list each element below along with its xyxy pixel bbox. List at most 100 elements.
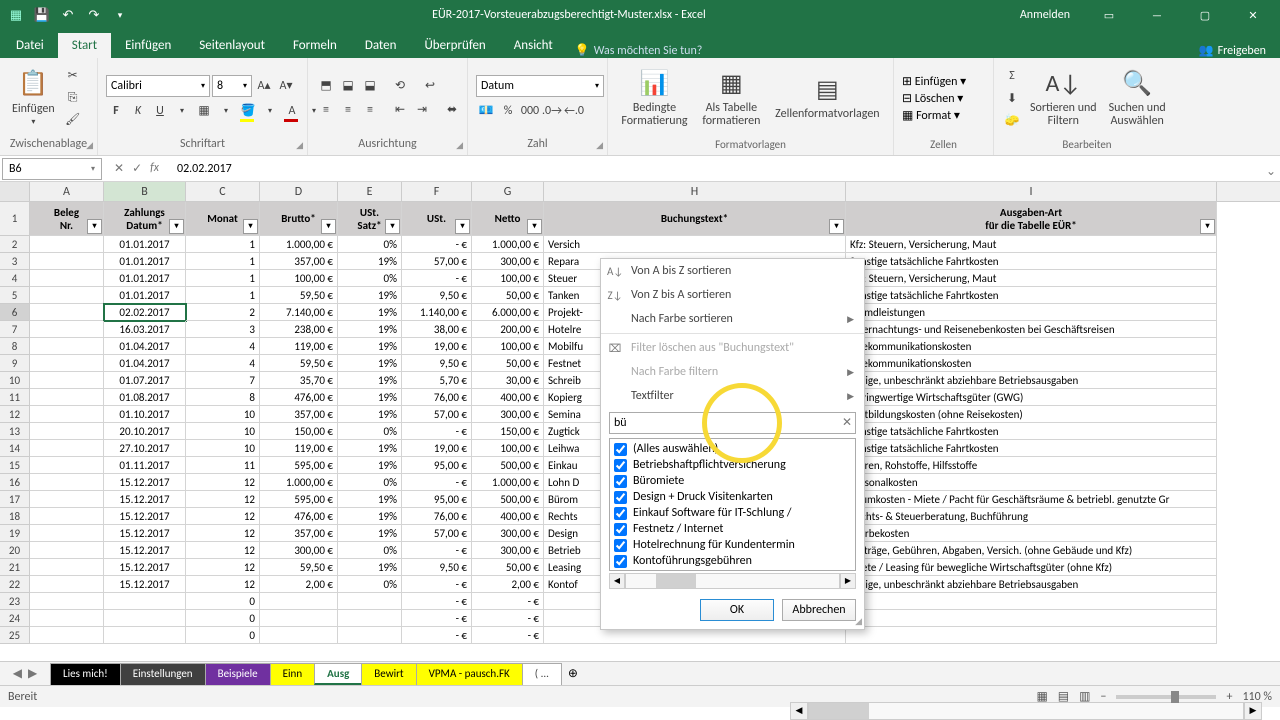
tab-data[interactable]: Daten <box>351 33 411 58</box>
cell-G9[interactable]: 50,00 € <box>472 355 544 372</box>
cell-I8[interactable]: Telekommunikationskosten <box>846 338 1217 355</box>
inc-decimal-icon[interactable]: .0→ <box>542 101 562 121</box>
cell-E21[interactable]: 19% <box>338 559 402 576</box>
tree-scroll-thumb[interactable] <box>656 574 696 588</box>
row-header-5[interactable]: 5 <box>0 287 30 304</box>
autosum-icon[interactable]: Σ <box>1002 66 1022 86</box>
orientation-icon[interactable]: ⟲ <box>390 76 410 96</box>
font-color-icon[interactable]: A <box>282 101 302 121</box>
indent-dec-icon[interactable]: ⇤ <box>390 100 410 120</box>
cell-G20[interactable]: 300,00 € <box>472 542 544 559</box>
filter-btn-H[interactable]: ▾ <box>829 219 844 234</box>
sheet-tab[interactable]: Beispiele <box>205 663 271 685</box>
cell-D3[interactable]: 357,00 € <box>260 253 338 270</box>
cell-I6[interactable]: Fremdleistungen <box>846 304 1217 321</box>
tree-scroll-left-icon[interactable]: ◀ <box>609 573 625 589</box>
cell-E3[interactable]: 19% <box>338 253 402 270</box>
cell-B17[interactable]: 15.12.2017 <box>104 491 186 508</box>
cell-E7[interactable]: 19% <box>338 321 402 338</box>
cell-C19[interactable]: 12 <box>186 525 260 542</box>
col-header-F[interactable]: F <box>402 182 472 201</box>
filter-tree-item[interactable]: Hotelrechnung für Kundentermin <box>612 537 853 553</box>
cell-F17[interactable]: 95,00 € <box>402 491 472 508</box>
cell-F12[interactable]: 57,00 € <box>402 406 472 423</box>
cell-E9[interactable]: 19% <box>338 355 402 372</box>
cell-G4[interactable]: 100,00 € <box>472 270 544 287</box>
tree-scroll-right-icon[interactable]: ▶ <box>840 573 856 589</box>
cell-I24[interactable] <box>846 610 1217 627</box>
tab-formulas[interactable]: Formeln <box>279 33 351 58</box>
grow-font-icon[interactable]: A▴ <box>254 76 274 96</box>
cell-D11[interactable]: 476,00 € <box>260 389 338 406</box>
cell-G10[interactable]: 30,00 € <box>472 372 544 389</box>
save-icon[interactable]: 💾 <box>30 3 54 27</box>
cell-B2[interactable]: 01.01.2017 <box>104 236 186 253</box>
cell-A13[interactable] <box>30 423 104 440</box>
paste-button[interactable]: 📋Einfügen▾ <box>8 67 59 129</box>
cell-I11[interactable]: Geringwertige Wirtschaftsgüter (GWG) <box>846 389 1217 406</box>
cell-A24[interactable] <box>30 610 104 627</box>
filter-checkbox[interactable] <box>614 571 627 572</box>
fill-more-icon[interactable]: ▾ <box>260 101 280 121</box>
cell-A5[interactable] <box>30 287 104 304</box>
filter-checkbox[interactable] <box>614 539 627 552</box>
cell-E19[interactable]: 19% <box>338 525 402 542</box>
sort-color[interactable]: Nach Farbe sortieren▶ <box>601 307 864 331</box>
cell-C21[interactable]: 12 <box>186 559 260 576</box>
excel-icon[interactable]: ▦ <box>4 3 28 27</box>
filter-btn-I[interactable]: ▾ <box>1200 219 1215 234</box>
cell-F8[interactable]: 19,00 € <box>402 338 472 355</box>
close-icon[interactable]: ✕ <box>1230 0 1276 30</box>
row-header-1[interactable]: 1 <box>0 202 30 236</box>
cell-F2[interactable]: - € <box>402 236 472 253</box>
clear-icon[interactable]: 🧽 <box>1002 110 1022 130</box>
cell-D16[interactable]: 1.000,00 € <box>260 474 338 491</box>
sheet-tab[interactable]: Ausg <box>314 663 362 685</box>
cell-D9[interactable]: 59,50 € <box>260 355 338 372</box>
cell-B7[interactable]: 16.03.2017 <box>104 321 186 338</box>
cell-D14[interactable]: 119,00 € <box>260 440 338 457</box>
cell-A14[interactable] <box>30 440 104 457</box>
cell-A16[interactable] <box>30 474 104 491</box>
currency-icon[interactable]: 💶 <box>476 101 496 121</box>
minimize-icon[interactable]: — <box>1134 0 1180 30</box>
cell-E12[interactable]: 19% <box>338 406 402 423</box>
new-sheet-icon[interactable]: ⊕ <box>561 666 585 681</box>
cell-F21[interactable]: 9,50 € <box>402 559 472 576</box>
cell-I23[interactable] <box>846 593 1217 610</box>
cell-D6[interactable]: 7.140,00 € <box>260 304 338 321</box>
cell-D8[interactable]: 119,00 € <box>260 338 338 355</box>
filter-tree-item[interactable]: Einkauf Software für IT-Schlung / <box>612 505 853 521</box>
cell-B6[interactable]: 02.02.2017 <box>104 304 186 321</box>
sheet-nav-next-icon[interactable]: ▶ <box>28 666 37 681</box>
sheet-tab[interactable]: VPMA - pausch.FK <box>416 663 523 685</box>
dialog-launcher-icon[interactable]: ◢ <box>86 140 93 151</box>
align-right-icon[interactable]: ≡ <box>360 100 380 120</box>
cell-G14[interactable]: 100,00 € <box>472 440 544 457</box>
filter-checkbox[interactable] <box>614 507 627 520</box>
cell-A22[interactable] <box>30 576 104 593</box>
tab-home[interactable]: Start <box>58 33 111 58</box>
formula-bar[interactable]: 02.02.2017⌄ <box>169 162 1280 176</box>
percent-icon[interactable]: % <box>498 101 518 121</box>
cell-C18[interactable]: 12 <box>186 508 260 525</box>
row-header-7[interactable]: 7 <box>0 321 30 338</box>
fill-icon[interactable]: ⬇ <box>1002 88 1022 108</box>
cell-D22[interactable]: 2,00 € <box>260 576 338 593</box>
cell-F19[interactable]: 57,00 € <box>402 525 472 542</box>
cell-B12[interactable]: 01.10.2017 <box>104 406 186 423</box>
filter-tree-item[interactable]: (Alles auswählen) <box>612 441 853 457</box>
row-header-14[interactable]: 14 <box>0 440 30 457</box>
cell-E15[interactable]: 19% <box>338 457 402 474</box>
cell-A3[interactable] <box>30 253 104 270</box>
filter-search-input[interactable] <box>609 412 856 434</box>
cell-D13[interactable]: 150,00 € <box>260 423 338 440</box>
tab-file[interactable]: Datei <box>2 33 58 58</box>
sheet-tab[interactable]: Lies mich! <box>50 663 121 685</box>
cell-C11[interactable]: 8 <box>186 389 260 406</box>
borders-icon[interactable]: ▦ <box>194 101 214 121</box>
cell-B21[interactable]: 15.12.2017 <box>104 559 186 576</box>
row-header-16[interactable]: 16 <box>0 474 30 491</box>
cell-C7[interactable]: 3 <box>186 321 260 338</box>
cell-I9[interactable]: Telekommunikationskosten <box>846 355 1217 372</box>
